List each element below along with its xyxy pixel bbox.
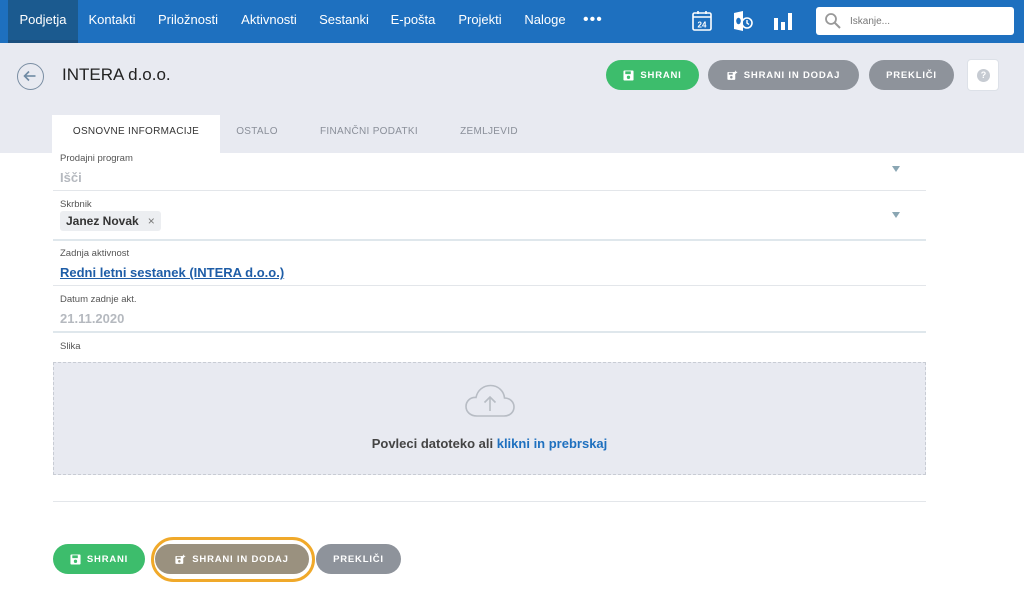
sales-program-label: Prodajni program [60, 153, 133, 164]
owner-chip-label: Janez Novak [66, 214, 139, 228]
dropzone-text: Povleci datoteko ali klikni in prebrskaj [54, 436, 925, 451]
calendar-icon[interactable]: 24 [690, 9, 714, 33]
owner-field[interactable]: Skrbnik Janez Novak × [53, 191, 926, 241]
search-box [816, 7, 1014, 35]
floppy-plus-icon [175, 554, 186, 564]
page-title: INTERA d.o.o. [62, 65, 171, 84]
cancel-button-label: PREKLIČI [886, 69, 937, 81]
back-button[interactable] [17, 63, 44, 90]
footer-cancel-label: PREKLIČI [333, 553, 384, 565]
save-button[interactable]: SHRANI [606, 60, 699, 90]
dropzone-instruction: Povleci datoteko ali [371, 436, 494, 451]
footer-save-and-add-button[interactable]: SHRANI IN DODAJ [155, 544, 309, 574]
sales-program-input[interactable]: Išči [60, 170, 82, 185]
footer-save-button[interactable]: SHRANI [53, 544, 145, 574]
more-menu-icon[interactable]: ••• [583, 0, 603, 43]
floppy-icon [623, 69, 634, 81]
cloud-upload-icon [465, 384, 515, 417]
nav-item-aktivnosti[interactable]: Aktivnosti [236, 0, 302, 43]
nav-item-kontakti[interactable]: Kontakti [84, 0, 140, 43]
image-label: Slika [60, 341, 81, 352]
floppy-icon [70, 553, 81, 565]
chevron-down-icon[interactable] [892, 212, 900, 218]
search-input[interactable] [850, 13, 1005, 29]
cancel-button[interactable]: PREKLIČI [869, 60, 954, 90]
image-dropzone[interactable]: Povleci datoteko ali klikni in prebrskaj [53, 362, 926, 475]
last-activity-date-field: Datum zadnje akt. 21.11.2020 [53, 286, 926, 333]
reports-icon[interactable] [771, 9, 795, 33]
owner-chip: Janez Novak × [60, 211, 161, 231]
last-activity-date-value: 21.11.2020 [60, 311, 125, 326]
save-and-add-button[interactable]: SHRANI IN DODAJ [708, 60, 859, 90]
footer-cancel-button[interactable]: PREKLIČI [316, 544, 401, 574]
owner-label: Skrbnik [60, 199, 92, 210]
divider [53, 501, 926, 502]
nav-item-naloge[interactable]: Naloge [519, 0, 571, 43]
help-button[interactable]: ? [967, 59, 999, 91]
last-activity-field: Zadnja aktivnost Redni letni sestanek (I… [53, 241, 926, 286]
floppy-plus-icon [727, 70, 737, 80]
nav-item-sestanki[interactable]: Sestanki [315, 0, 373, 43]
top-navbar: Podjetja Kontakti Priložnosti Aktivnosti… [0, 0, 1024, 43]
chevron-down-icon[interactable] [892, 166, 900, 172]
save-button-label: SHRANI [640, 69, 682, 81]
help-icon: ? [977, 69, 990, 82]
nav-item-eposta[interactable]: E-pošta [386, 0, 440, 43]
last-activity-label: Zadnja aktivnost [60, 248, 130, 259]
nav-item-projekti[interactable]: Projekti [453, 0, 507, 43]
footer-save-and-add-label: SHRANI IN DODAJ [192, 553, 289, 565]
close-icon[interactable]: × [148, 214, 155, 228]
nav-item-podjetja[interactable]: Podjetja [8, 0, 78, 43]
nav-item-priloznosti[interactable]: Priložnosti [152, 0, 224, 43]
browse-link[interactable]: klikni in prebrskaj [497, 436, 608, 451]
sales-program-field[interactable]: Prodajni program Išči [53, 148, 926, 191]
outlook-icon[interactable] [730, 9, 754, 33]
calendar-day: 24 [698, 21, 707, 30]
last-activity-link[interactable]: Redni letni sestanek (INTERA d.o.o.) [60, 265, 284, 280]
last-activity-date-label: Datum zadnje akt. [60, 294, 137, 305]
footer-save-label: SHRANI [86, 553, 129, 565]
arrow-left-icon [23, 70, 36, 82]
save-and-add-label: SHRANI IN DODAJ [743, 69, 841, 81]
search-icon[interactable] [824, 12, 842, 30]
